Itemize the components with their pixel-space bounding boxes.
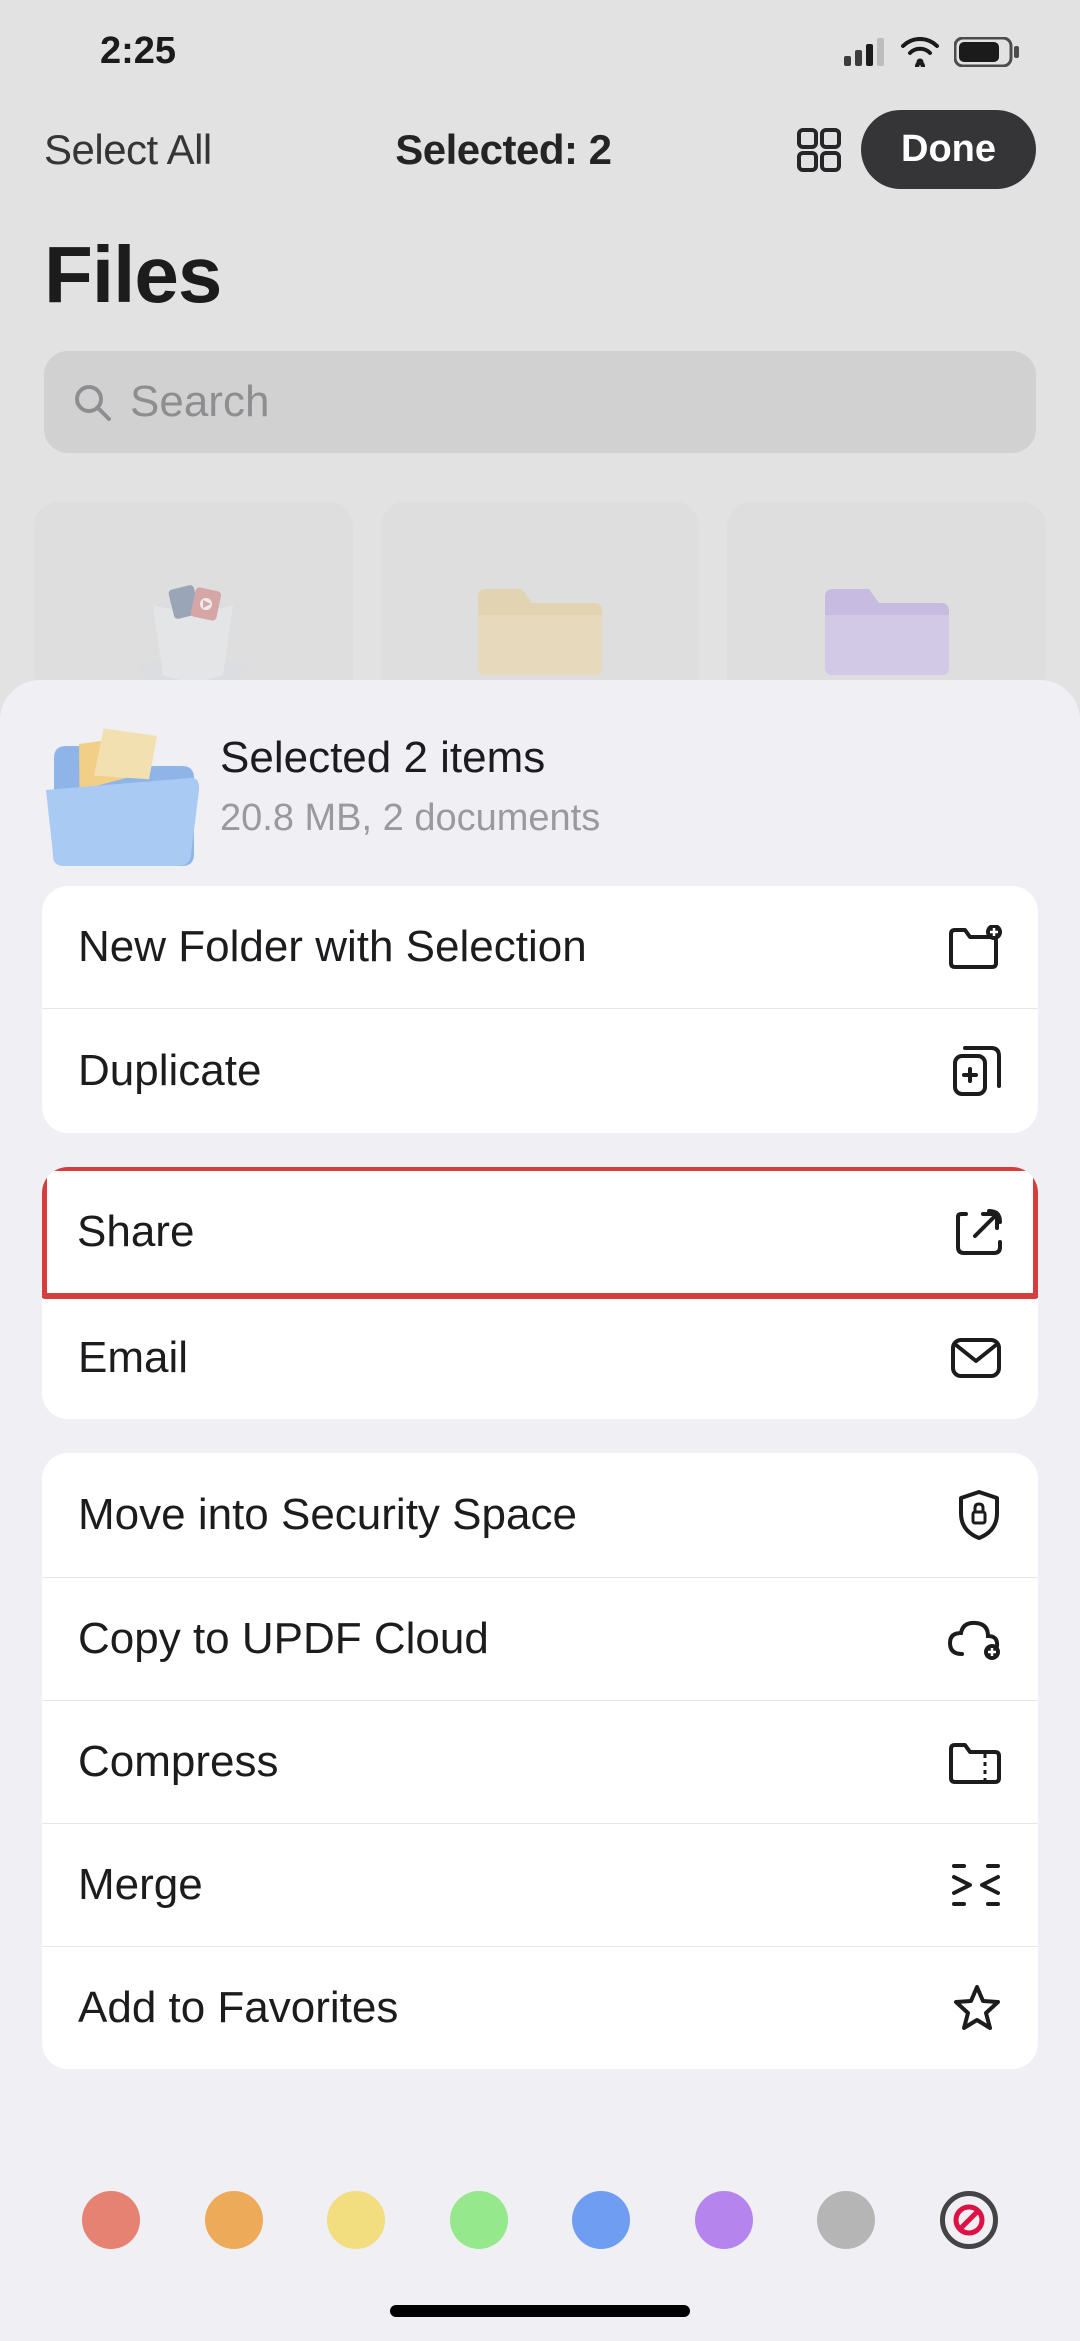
action-copy-cloud[interactable]: Copy to UPDF Cloud [42,1578,1038,1701]
star-icon [952,1983,1002,2033]
action-label: Email [78,1333,188,1383]
done-button[interactable]: Done [861,110,1036,189]
action-label: Add to Favorites [78,1983,398,2033]
battery-icon [954,37,1020,67]
folder-tile[interactable] [381,501,700,701]
folder-tile[interactable] [34,501,353,701]
folder-open-icon [42,726,182,846]
select-all-button[interactable]: Select All [44,126,212,174]
duplicate-icon [952,1045,1002,1097]
no-color-icon [951,2202,987,2238]
action-label: Compress [78,1737,279,1787]
action-label: Copy to UPDF Cloud [78,1614,489,1664]
folder-grid [0,501,1080,701]
status-bar: 2:25 [0,0,1080,98]
search-input[interactable]: Search [44,351,1036,453]
folder-icon [470,575,610,680]
folder-icon [817,575,957,680]
color-tag[interactable] [450,2191,508,2249]
action-sheet: Selected 2 items 20.8 MB, 2 documents Ne… [0,680,1080,2341]
selection-toolbar: Select All Selected: 2 Done [0,98,1080,219]
sheet-title: Selected 2 items [220,733,600,783]
zip-folder-icon [948,1740,1002,1784]
action-group: Share Email [42,1167,1038,1419]
search-icon [72,382,112,422]
color-tag-none[interactable] [940,2191,998,2249]
action-email[interactable]: Email [42,1297,1038,1419]
highlight-box: Share [42,1167,1038,1299]
page-title: Files [44,229,1036,321]
color-tag[interactable] [205,2191,263,2249]
action-favorite[interactable]: Add to Favorites [42,1947,1038,2069]
action-security-space[interactable]: Move into Security Space [42,1453,1038,1578]
cloud-plus-icon [946,1618,1002,1660]
merge-icon [950,1862,1002,1908]
action-label: Move into Security Space [78,1490,577,1540]
folder-tile[interactable] [727,501,1046,701]
status-time: 2:25 [100,30,176,73]
color-tag[interactable] [695,2191,753,2249]
action-share[interactable]: Share [47,1171,1033,1293]
search-placeholder: Search [130,377,269,427]
trash-icon [133,575,253,685]
color-tag[interactable] [817,2191,875,2249]
view-grid-button[interactable] [795,126,843,174]
action-group: New Folder with Selection Duplicate [42,886,1038,1133]
color-tag[interactable] [327,2191,385,2249]
action-merge[interactable]: Merge [42,1824,1038,1947]
home-indicator[interactable] [390,2305,690,2317]
color-tag-row [0,2191,1080,2249]
sheet-subtitle: 20.8 MB, 2 documents [220,797,600,840]
grid-icon [795,126,843,174]
share-icon [955,1208,1003,1256]
color-tag[interactable] [572,2191,630,2249]
shield-lock-icon [956,1489,1002,1541]
mail-icon [950,1337,1002,1379]
action-label: New Folder with Selection [78,922,587,972]
status-icons [844,37,1020,67]
wifi-icon [900,37,940,67]
selected-count-label: Selected: 2 [230,126,777,174]
folder-plus-icon [948,925,1002,969]
action-compress[interactable]: Compress [42,1701,1038,1824]
action-label: Share [77,1207,194,1257]
action-duplicate[interactable]: Duplicate [42,1009,1038,1133]
action-group: Move into Security Space Copy to UPDF Cl… [42,1453,1038,2069]
action-label: Duplicate [78,1046,261,1096]
sheet-header: Selected 2 items 20.8 MB, 2 documents [22,726,1058,886]
action-new-folder[interactable]: New Folder with Selection [42,886,1038,1009]
cellular-icon [844,38,886,66]
color-tag[interactable] [82,2191,140,2249]
action-label: Merge [78,1860,203,1910]
